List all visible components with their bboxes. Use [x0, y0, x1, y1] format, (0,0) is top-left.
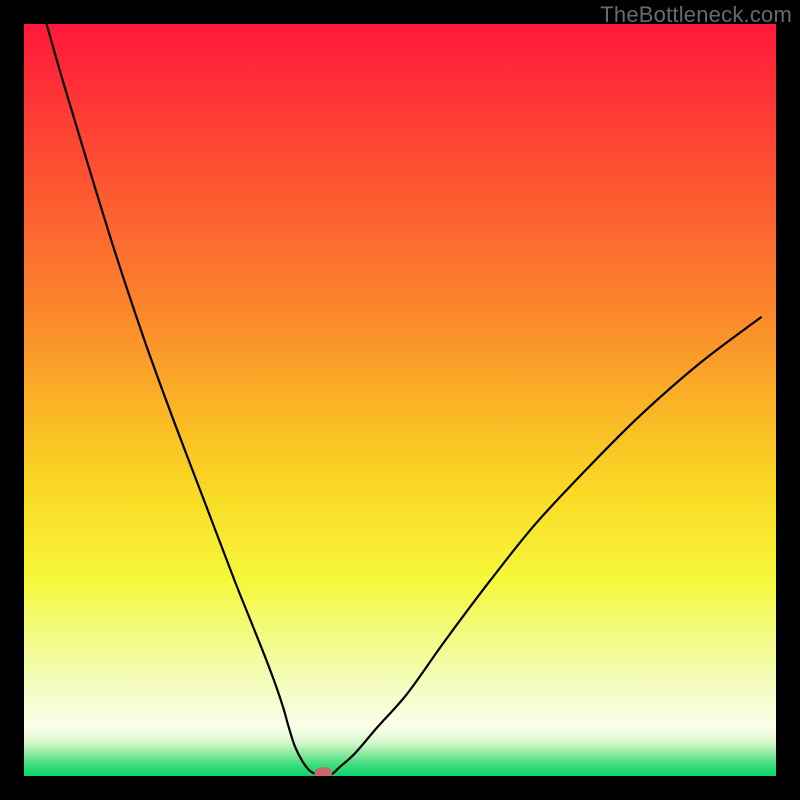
chart-plot-area	[24, 24, 776, 776]
gradient-background	[24, 24, 776, 776]
chart-frame: { "watermark": "TheBottleneck.com", "cha…	[0, 0, 800, 800]
chart-svg	[24, 24, 776, 776]
